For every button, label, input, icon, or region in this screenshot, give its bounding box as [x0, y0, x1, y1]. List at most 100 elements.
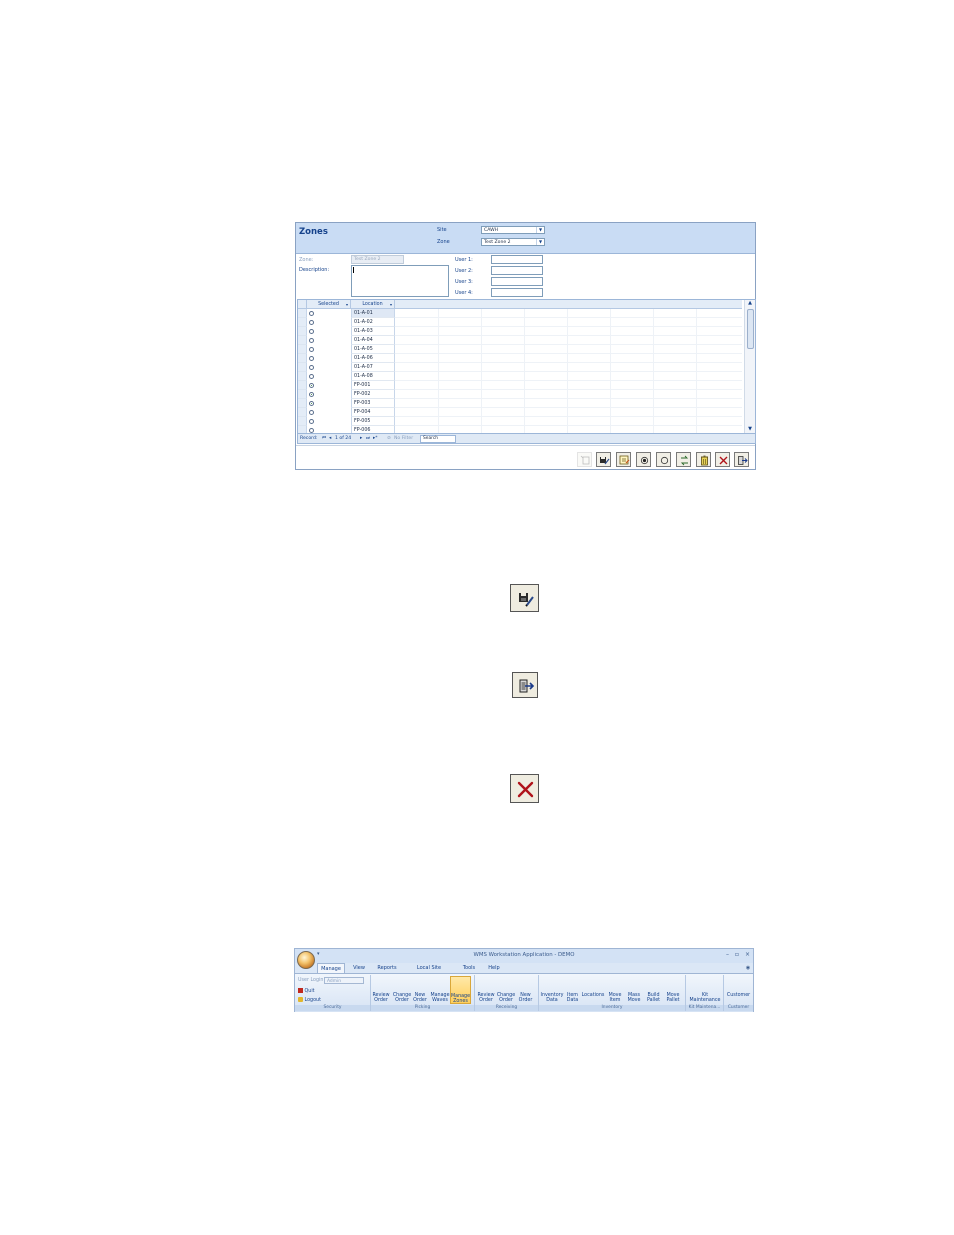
zone-combo[interactable]: Test Zone 2 ▼: [481, 238, 545, 246]
selected-radio[interactable]: [309, 337, 314, 343]
search-input[interactable]: Search: [420, 435, 456, 443]
minimize-icon[interactable]: –: [726, 951, 729, 958]
filter-label[interactable]: No Filter: [394, 434, 413, 443]
tab-tools[interactable]: Tools: [459, 963, 479, 973]
inventory-command-6[interactable]: Move Pallet: [664, 993, 682, 1003]
row-selector[interactable]: [298, 399, 307, 408]
row-selector[interactable]: [298, 327, 307, 336]
location-cell[interactable]: FP-004: [351, 408, 395, 417]
selected-radio[interactable]: [309, 310, 314, 316]
vertical-scrollbar[interactable]: ▲ ▼: [744, 300, 755, 433]
table-row[interactable]: FP-004: [298, 408, 742, 417]
quick-access-dropdown-icon[interactable]: ▾: [317, 951, 320, 957]
first-record-icon[interactable]: ⏮: [322, 434, 326, 443]
tab-view[interactable]: View: [350, 963, 368, 973]
table-row[interactable]: 01-A-03: [298, 327, 742, 336]
row-selector[interactable]: [298, 390, 307, 399]
inventory-command-3[interactable]: Move Item: [607, 993, 623, 1003]
user4-input[interactable]: [491, 288, 543, 297]
select-all-button[interactable]: [636, 452, 651, 467]
table-row[interactable]: 01-A-04: [298, 336, 742, 345]
picking-command-1[interactable]: Change Order: [392, 993, 412, 1003]
chevron-down-icon[interactable]: ▼: [536, 239, 544, 245]
location-cell[interactable]: 01-A-02: [351, 318, 395, 327]
scroll-thumb[interactable]: [747, 309, 754, 349]
receiving-command-0[interactable]: Review Order: [477, 993, 495, 1003]
row-selector[interactable]: [298, 354, 307, 363]
row-selector[interactable]: [298, 318, 307, 327]
location-cell[interactable]: 01-A-07: [351, 363, 395, 372]
picking-command-0[interactable]: Review Order: [372, 993, 390, 1003]
inventory-command-1[interactable]: Item Data: [565, 993, 580, 1003]
select-all-corner[interactable]: [298, 300, 307, 309]
delete-button[interactable]: [696, 452, 711, 467]
row-selector[interactable]: [298, 381, 307, 390]
table-row[interactable]: FP-003: [298, 399, 742, 408]
location-cell[interactable]: FP-002: [351, 390, 395, 399]
picking-command-2[interactable]: New Order: [412, 993, 428, 1003]
location-cell[interactable]: 01-A-03: [351, 327, 395, 336]
tab-local-site-settings[interactable]: Local Site Settings: [406, 963, 452, 981]
selected-radio[interactable]: [309, 319, 314, 325]
selected-radio[interactable]: [309, 346, 314, 352]
chevron-down-icon[interactable]: ▼: [536, 227, 544, 233]
location-cell[interactable]: FP-001: [351, 381, 395, 390]
selected-radio[interactable]: [309, 418, 314, 424]
row-selector[interactable]: [298, 408, 307, 417]
picking-command-4[interactable]: Manage Zones: [450, 976, 471, 1004]
scroll-up-icon[interactable]: ▲: [745, 300, 755, 307]
chevron-down-icon[interactable]: ▾: [346, 300, 348, 309]
location-cell[interactable]: 01-A-04: [351, 336, 395, 345]
chevron-down-icon[interactable]: ▾: [390, 300, 392, 309]
exit-large-button[interactable]: [512, 672, 538, 698]
location-cell[interactable]: 01-A-06: [351, 354, 395, 363]
table-row[interactable]: 01-A-06: [298, 354, 742, 363]
receiving-command-1[interactable]: Change Order: [496, 993, 516, 1003]
column-header-selected[interactable]: Selected ▾: [307, 300, 351, 309]
scroll-down-icon[interactable]: ▼: [745, 426, 755, 433]
record-position[interactable]: 1 of 24: [335, 434, 351, 443]
selected-radio[interactable]: [309, 328, 314, 334]
edit-button[interactable]: [616, 452, 631, 467]
swap-button[interactable]: [676, 452, 691, 467]
inventory-command-5[interactable]: Build Pallet: [645, 993, 662, 1003]
inventory-command-4[interactable]: Mass Move: [625, 993, 643, 1003]
user1-input[interactable]: [491, 255, 543, 264]
row-selector[interactable]: [298, 336, 307, 345]
inventory-command-0[interactable]: Inventory Data: [540, 993, 564, 1003]
table-row[interactable]: 01-A-05: [298, 345, 742, 354]
table-row[interactable]: FP-001: [298, 381, 742, 390]
selected-radio[interactable]: [309, 355, 314, 361]
selected-radio[interactable]: [309, 391, 314, 397]
cancel-button[interactable]: [715, 452, 730, 467]
cancel-large-button[interactable]: [510, 774, 539, 803]
user-login-combo[interactable]: Admin: [324, 977, 364, 984]
selected-radio[interactable]: [309, 427, 314, 433]
user3-input[interactable]: [491, 277, 543, 286]
new-record-button[interactable]: [577, 452, 592, 467]
save-button[interactable]: [596, 452, 611, 467]
table-row[interactable]: 01-A-02: [298, 318, 742, 327]
location-cell[interactable]: 01-A-08: [351, 372, 395, 381]
kit-command-0[interactable]: Kit Maintenance: [687, 993, 723, 1003]
receiving-command-2[interactable]: New Order: [517, 993, 534, 1003]
new-record-nav-icon[interactable]: ▸*: [373, 434, 378, 443]
save-edit-large-button[interactable]: [510, 584, 539, 612]
table-row[interactable]: 01-A-07: [298, 363, 742, 372]
location-cell[interactable]: FP-003: [351, 399, 395, 408]
close-icon[interactable]: ×: [745, 951, 750, 958]
selected-radio[interactable]: [309, 382, 314, 388]
selected-radio[interactable]: [309, 364, 314, 370]
maximize-icon[interactable]: ▫: [735, 951, 739, 958]
table-row[interactable]: FP-005: [298, 417, 742, 426]
picking-command-3[interactable]: Manage Waves: [430, 993, 450, 1003]
clear-all-button[interactable]: [656, 452, 671, 467]
site-combo[interactable]: CAWH ▼: [481, 226, 545, 234]
help-icon[interactable]: ◉: [744, 963, 752, 973]
inventory-command-2[interactable]: Locations: [581, 993, 605, 998]
location-cell[interactable]: FP-005: [351, 417, 395, 426]
user2-input[interactable]: [491, 266, 543, 275]
quit-button[interactable]: Quit: [298, 988, 315, 994]
table-row[interactable]: 01-A-08: [298, 372, 742, 381]
selected-radio[interactable]: [309, 409, 314, 415]
